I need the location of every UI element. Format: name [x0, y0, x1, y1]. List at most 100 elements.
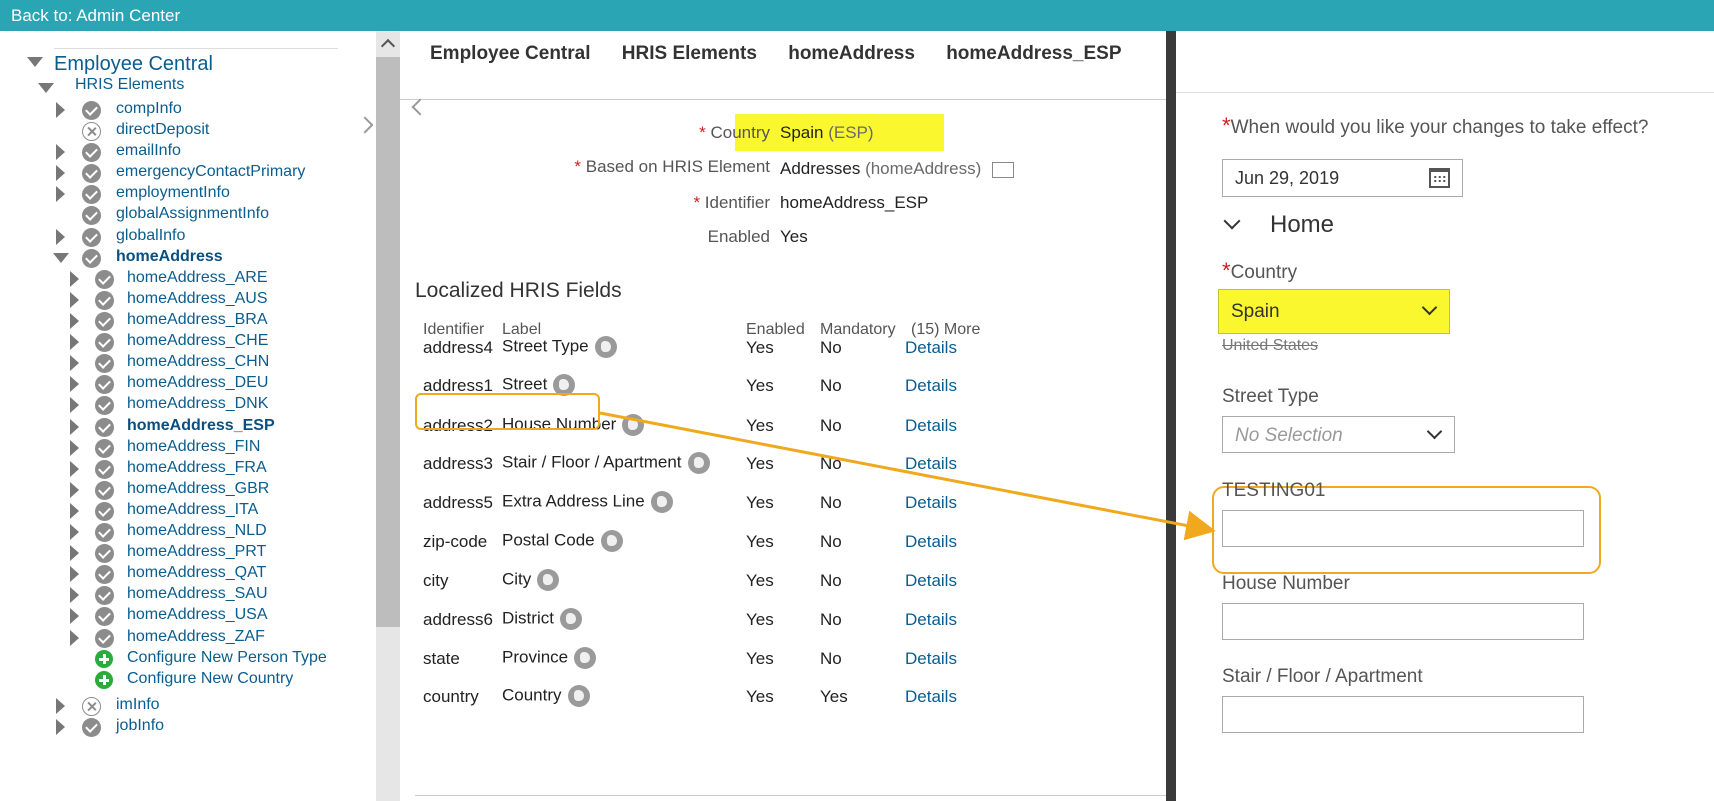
collapse-triangle-icon[interactable] [38, 83, 54, 93]
tree-node-homeaddress-prt[interactable]: homeAddress_PRT [11, 542, 351, 564]
expand-triangle-icon[interactable] [56, 165, 65, 181]
back-arrow-icon[interactable] [411, 98, 429, 116]
expand-triangle-icon[interactable] [56, 144, 65, 160]
expand-triangle-icon[interactable] [70, 376, 79, 392]
breadcrumb-item[interactable]: homeAddress_ESP [946, 43, 1121, 64]
effective-date-input[interactable]: Jun 29, 2019 [1222, 159, 1463, 197]
details-link[interactable]: Details [905, 416, 957, 436]
globe-icon[interactable] [574, 647, 597, 669]
tree-node-homeaddress-fin[interactable]: homeAddress_FIN [11, 437, 351, 459]
expand-triangle-icon[interactable] [70, 608, 79, 624]
tree-node-homeaddress-zaf[interactable]: homeAddress_ZAF [11, 627, 351, 649]
breadcrumb-item[interactable]: Employee Central [430, 43, 591, 64]
id-card-icon[interactable] [992, 161, 1015, 178]
testing01-input[interactable] [1222, 510, 1584, 547]
details-link[interactable]: Details [905, 610, 957, 630]
tree-node-homeaddress-nld[interactable]: homeAddress_NLD [11, 521, 351, 543]
tree-node-homeaddress-dnk[interactable]: homeAddress_DNK [11, 394, 351, 416]
tree-node-homeaddress-che[interactable]: homeAddress_CHE [11, 331, 351, 353]
sidebar-scrollbar[interactable] [376, 31, 400, 801]
details-link[interactable]: Details [905, 571, 957, 591]
tree-node-homeaddress[interactable]: homeAddress [11, 247, 351, 269]
globe-icon[interactable] [650, 491, 673, 513]
tree-node-directdeposit[interactable]: directDeposit [11, 120, 351, 142]
tree-node-homeaddress-esp[interactable]: homeAddress_ESP [11, 416, 351, 438]
expand-triangle-icon[interactable] [70, 587, 79, 603]
details-link[interactable]: Details [905, 454, 957, 474]
tree-node-homeaddress-sau[interactable]: homeAddress_SAU [11, 584, 351, 606]
country-select[interactable]: Spain [1218, 289, 1450, 334]
configure-new-country-link[interactable]: Configure New Country [11, 669, 351, 691]
tree-node-globalinfo[interactable]: globalInfo [11, 226, 351, 248]
expand-triangle-icon[interactable] [70, 397, 79, 413]
expand-triangle-icon[interactable] [70, 271, 79, 287]
expand-triangle-icon[interactable] [70, 313, 79, 329]
globe-icon[interactable] [622, 414, 645, 436]
expand-triangle-icon[interactable] [70, 524, 79, 540]
home-section-title[interactable]: Home [1270, 211, 1334, 239]
tree-root-employee-central[interactable]: Employee Central [54, 53, 213, 76]
expand-triangle-icon[interactable] [70, 419, 79, 435]
globe-icon[interactable] [537, 569, 560, 591]
globe-icon[interactable] [600, 530, 623, 552]
expand-triangle-icon[interactable] [70, 545, 79, 561]
details-link[interactable]: Details [905, 687, 957, 707]
house-number-input[interactable] [1222, 603, 1584, 640]
globe-icon[interactable] [687, 452, 710, 474]
collapse-triangle-icon[interactable] [53, 253, 69, 263]
expand-triangle-icon[interactable] [56, 229, 65, 245]
stair-floor-apartment-input[interactable] [1222, 696, 1584, 733]
breadcrumb-item[interactable]: HRIS Elements [622, 43, 757, 64]
expand-triangle-icon[interactable] [70, 566, 79, 582]
details-link[interactable]: Details [905, 532, 957, 552]
scrollbar-thumb[interactable] [376, 57, 400, 627]
collapse-sidebar-icon[interactable] [356, 116, 373, 134]
tree-node-homeaddress-chn[interactable]: homeAddress_CHN [11, 352, 351, 374]
expand-triangle-icon[interactable] [56, 698, 65, 714]
tree-node-hris-elements[interactable]: HRIS Elements [75, 76, 184, 94]
tree-node-compinfo[interactable]: compInfo [11, 99, 351, 121]
tree-node-homeaddress-are[interactable]: homeAddress_ARE [11, 268, 351, 290]
tree-node-homeaddress-deu[interactable]: homeAddress_DEU [11, 373, 351, 395]
expand-triangle-icon[interactable] [70, 440, 79, 456]
tree-node-employmentinfo[interactable]: employmentInfo [11, 183, 351, 205]
chevron-down-icon[interactable] [1426, 423, 1443, 440]
expand-triangle-icon[interactable] [70, 482, 79, 498]
tree-node-iminfo[interactable]: imInfo [11, 695, 351, 717]
tree-node-homeaddress-usa[interactable]: homeAddress_USA [11, 605, 351, 627]
calendar-icon[interactable] [1429, 168, 1450, 188]
collapse-triangle-icon[interactable] [27, 57, 43, 67]
expand-triangle-icon[interactable] [70, 355, 79, 371]
more-columns-button[interactable]: (15) More [911, 321, 980, 339]
back-to-admin-center-link[interactable]: Back to: Admin Center [11, 6, 180, 26]
tree-node-homeaddress-aus[interactable]: homeAddress_AUS [11, 289, 351, 311]
expand-triangle-icon[interactable] [56, 719, 65, 735]
expand-triangle-icon[interactable] [56, 186, 65, 202]
expand-triangle-icon[interactable] [70, 334, 79, 350]
globe-icon[interactable] [594, 336, 617, 358]
scroll-up-icon[interactable] [380, 38, 396, 54]
details-link[interactable]: Details [905, 338, 957, 358]
details-link[interactable]: Details [905, 493, 957, 513]
breadcrumb-item[interactable]: homeAddress [788, 43, 915, 64]
tree-node-homeaddress-gbr[interactable]: homeAddress_GBR [11, 479, 351, 501]
expand-triangle-icon[interactable] [70, 503, 79, 519]
tree-node-globalassignmentinfo[interactable]: globalAssignmentInfo [11, 204, 351, 226]
tree-node-jobinfo[interactable]: jobInfo [11, 716, 351, 738]
tree-node-emergencycontactprimary[interactable]: emergencyContactPrimary [11, 162, 351, 184]
globe-icon[interactable] [567, 685, 590, 707]
tree-node-emailinfo[interactable]: emailInfo [11, 141, 351, 163]
expand-triangle-icon[interactable] [70, 461, 79, 477]
details-link[interactable]: Details [905, 376, 957, 396]
expand-triangle-icon[interactable] [70, 292, 79, 308]
globe-icon[interactable] [559, 608, 582, 630]
configure-new-person-type-link[interactable]: Configure New Person Type [11, 648, 351, 670]
expand-triangle-icon[interactable] [56, 102, 65, 118]
street-type-select[interactable]: No Selection [1222, 416, 1455, 453]
tree-node-homeaddress-fra[interactable]: homeAddress_FRA [11, 458, 351, 480]
chevron-down-icon[interactable] [1223, 212, 1241, 230]
details-link[interactable]: Details [905, 649, 957, 669]
tree-node-homeaddress-ita[interactable]: homeAddress_ITA [11, 500, 351, 522]
expand-triangle-icon[interactable] [70, 630, 79, 646]
tree-node-homeaddress-qat[interactable]: homeAddress_QAT [11, 563, 351, 585]
